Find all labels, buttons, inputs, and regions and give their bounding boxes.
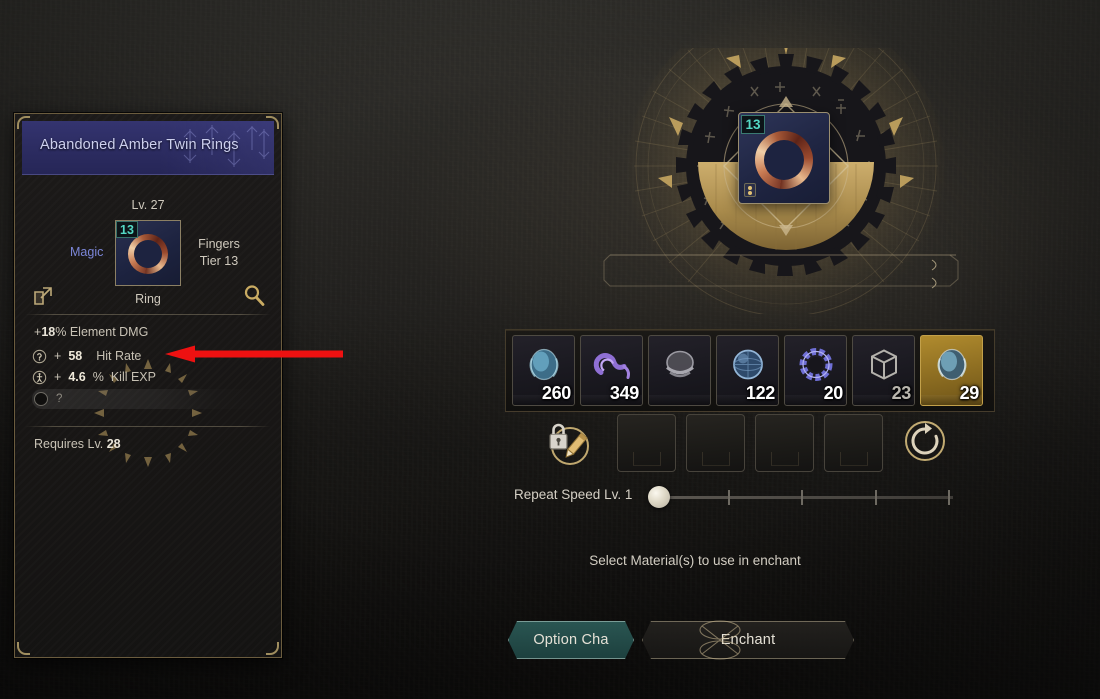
repeat-speed-label: Repeat Speed Lv. 1 [514, 487, 633, 502]
material-slot-footer [649, 395, 710, 405]
stat-row-kill-exp: +4.6% Kill EXP [32, 368, 156, 386]
main-stat-value: 18 [41, 325, 56, 339]
tooltip-header: Abandoned Amber Twin Rings [22, 121, 274, 175]
material-count: 260 [541, 383, 571, 403]
slider-knob[interactable] [648, 486, 670, 508]
material-slot-3[interactable] [648, 335, 711, 406]
kill-exp-unit: % [92, 370, 104, 384]
requirement-value: 28 [106, 437, 121, 451]
slider-tick-1 [728, 490, 730, 505]
main-stat-unit: % [55, 325, 67, 339]
gray-coil-icon [659, 346, 701, 389]
material-count: 23 [891, 383, 912, 403]
kill-exp-value: 4.6 [68, 370, 86, 384]
slider-track [660, 496, 953, 499]
material-slot-1[interactable]: 260 [512, 335, 575, 406]
material-count: 20 [823, 383, 844, 403]
item-level: Lv. 27 [131, 198, 165, 212]
material-count: 349 [609, 383, 639, 403]
item-type: Ring [135, 292, 161, 306]
requirement-label: Requires Lv. [34, 437, 104, 451]
item-name: Abandoned Amber Twin Rings [40, 137, 239, 153]
material-count: 29 [959, 383, 980, 403]
material-slot-6[interactable]: 23 [852, 335, 915, 406]
action-button-row: Option Cha Enchant [500, 620, 860, 660]
enhance-level-badge: 13 [116, 221, 138, 238]
share-icon[interactable] [32, 285, 54, 307]
enchant-wheel-area: 13 [600, 1, 972, 331]
enchant-hint-text: Select Material(s) to use in enchant [0, 553, 1100, 568]
enchant-target-item[interactable]: 13 [738, 112, 830, 204]
slider-tick-4 [948, 490, 950, 505]
enchant-material-slots[interactable] [617, 414, 883, 472]
item-equip-slot: Fingers [198, 237, 240, 251]
main-stat-label: Element DMG [69, 325, 149, 339]
material-slot-2[interactable]: 349 [580, 335, 643, 406]
magnifier-icon[interactable] [242, 283, 266, 307]
enhance-level-badge: 13 [741, 115, 765, 134]
hit-rate-icon [32, 349, 47, 363]
locked-option-row: ? [32, 389, 268, 409]
materials-inventory-bar: 260 349 122 20 23 29 [505, 329, 995, 412]
stat-row-hit-rate: +58 Hit Rate [32, 347, 141, 365]
enchant-slot-2[interactable] [686, 414, 745, 472]
reset-icon[interactable] [901, 417, 949, 465]
enchant-slot-1[interactable] [617, 414, 676, 472]
option-change-button[interactable]: Option Cha [508, 621, 634, 659]
repeat-speed-slider[interactable] [648, 486, 953, 508]
enchant-slot-4[interactable] [824, 414, 883, 472]
item-tooltip-panel: Abandoned Amber Twin Rings Lv. 27 13 Mag… [14, 113, 282, 658]
material-slot-5[interactable]: 20 [784, 335, 847, 406]
enchant-slot-3[interactable] [755, 414, 814, 472]
slider-tick-2 [801, 490, 804, 505]
kill-exp-prefix: + [54, 370, 62, 384]
item-rarity: Magic [70, 245, 104, 259]
hit-rate-label: Hit Rate [96, 349, 142, 363]
locked-option-icon [34, 392, 48, 406]
kill-exp-label: Kill EXP [110, 370, 156, 384]
kill-exp-icon [32, 370, 47, 384]
enchant-hint-label: Select Material(s) to use in enchant [589, 553, 801, 568]
hit-rate-value: 58 [68, 349, 83, 363]
locked-option-text: ? [56, 393, 63, 405]
slider-tick-3 [874, 490, 877, 505]
material-slot-4[interactable]: 122 [716, 335, 779, 406]
material-count: 122 [745, 383, 775, 403]
item-tier: Tier 13 [199, 254, 239, 268]
hit-rate-prefix: + [54, 349, 62, 363]
materials-strip[interactable]: 260 349 122 20 23 29 [512, 335, 988, 407]
tooltip-divider [25, 314, 271, 315]
item-requirement: Requires Lv. 28 [34, 437, 121, 451]
socket-indicator [744, 183, 756, 197]
item-icon-container[interactable]: 13 [115, 220, 181, 286]
tooltip-divider [25, 426, 271, 427]
lock-pencil-icon[interactable] [540, 418, 594, 468]
tooltip-body: Lv. 27 13 Magic Fingers Tier 13 Ring +18… [22, 175, 274, 650]
main-stat-element-dmg: +18% Element DMG [34, 325, 148, 339]
enchant-button[interactable]: Enchant [642, 621, 854, 659]
material-slot-7[interactable]: 29 [920, 335, 983, 406]
